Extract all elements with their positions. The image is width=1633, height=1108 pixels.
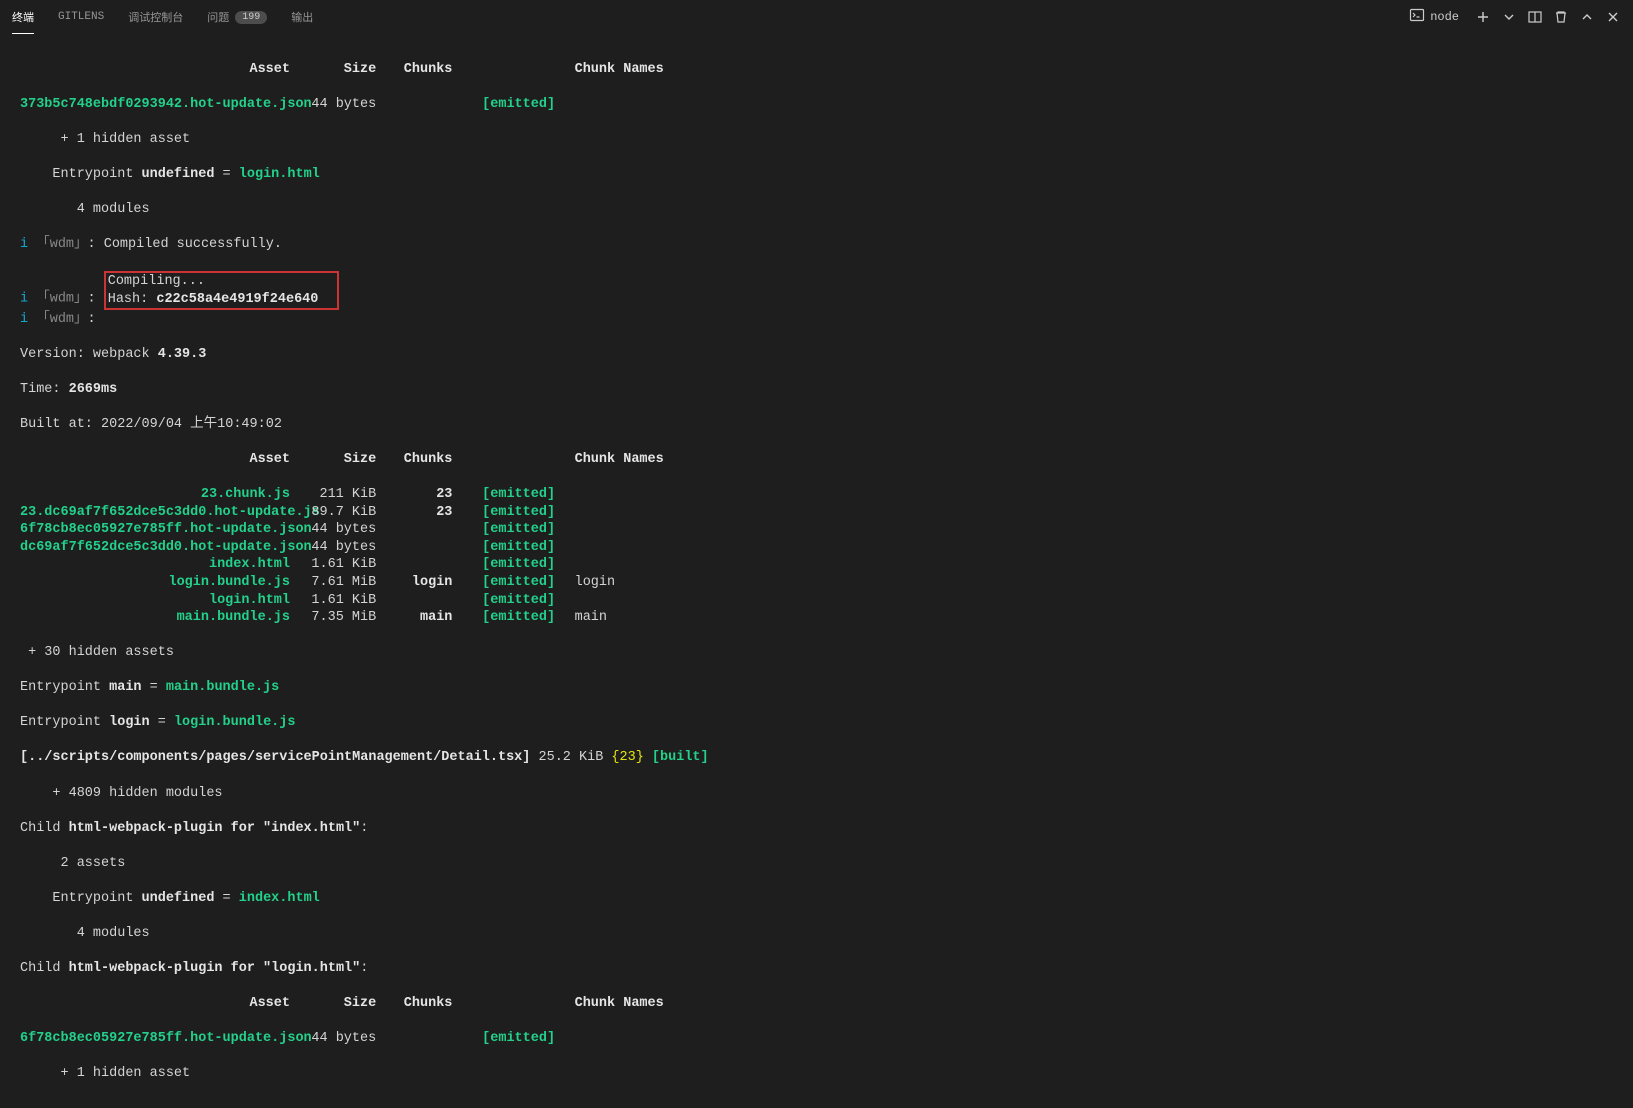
- header-chunk-names: Chunk Names: [569, 61, 664, 79]
- terminal-output[interactable]: Asset Size Chunks Chunk Names 373b5c748e…: [0, 35, 1633, 1108]
- kill-terminal-button[interactable]: [1553, 9, 1569, 25]
- asset-row: 23.chunk.js 211 KiB 23 [emitted]: [20, 486, 1613, 504]
- asset-row: dc69af7f652dce5c3dd0.hot-update.json 44 …: [20, 539, 1613, 557]
- chevron-up-icon[interactable]: [1579, 9, 1595, 25]
- tab-output[interactable]: 输出: [291, 1, 313, 34]
- close-panel-button[interactable]: [1605, 9, 1621, 25]
- problems-count-badge: 199: [235, 11, 267, 24]
- split-terminal-button[interactable]: [1527, 9, 1543, 25]
- asset-row: main.bundle.js 7.35 MiB main [emitted]ma…: [20, 609, 1613, 627]
- panel-header: 终端 GITLENS 调试控制台 问题 199 输出 node: [0, 0, 1633, 35]
- asset-row: index.html 1.61 KiB [emitted]: [20, 556, 1613, 574]
- panel-actions: node: [1403, 5, 1621, 29]
- asset-row: login.bundle.js 7.61 MiB login [emitted]…: [20, 574, 1613, 592]
- new-terminal-button[interactable]: [1475, 9, 1491, 25]
- header-size: Size: [306, 61, 376, 79]
- tab-problems[interactable]: 问题 199: [207, 1, 267, 34]
- terminal-dropdown-button[interactable]: [1501, 9, 1517, 25]
- header-asset: Asset: [20, 61, 290, 79]
- asset-row: 23.dc69af7f652dce5c3dd0.hot-update.js 89…: [20, 504, 1613, 522]
- terminal-icon: [1409, 7, 1425, 27]
- tab-debug-console[interactable]: 调试控制台: [128, 1, 183, 34]
- tab-terminal[interactable]: 终端: [12, 1, 34, 34]
- asset-row: 6f78cb8ec05927e785ff.hot-update.json 44 …: [20, 1030, 1613, 1048]
- header-chunks: Chunks: [392, 61, 452, 79]
- asset-row: 6f78cb8ec05927e785ff.hot-update.json 44 …: [20, 521, 1613, 539]
- terminal-profile-label: node: [1430, 10, 1459, 24]
- tab-problems-label: 问题: [207, 9, 229, 25]
- terminal-profile-button[interactable]: node: [1403, 5, 1465, 29]
- tab-gitlens[interactable]: GITLENS: [58, 1, 104, 34]
- asset-row: 373b5c748ebdf0293942.hot-update.json 44 …: [20, 96, 1613, 114]
- panel-tabs: 终端 GITLENS 调试控制台 问题 199 输出: [12, 1, 1403, 34]
- asset-row: login.html 1.61 KiB [emitted]: [20, 592, 1613, 610]
